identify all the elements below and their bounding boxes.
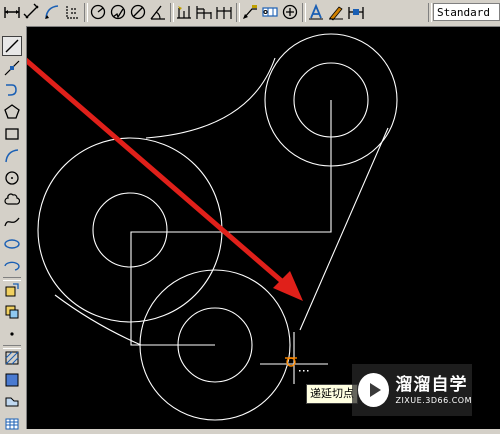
upper-tangent-arc [145, 57, 276, 139]
hatch-icon[interactable] [2, 348, 22, 368]
dim-arc-icon[interactable] [42, 2, 62, 22]
make-block-icon[interactable] [2, 302, 22, 322]
draw-toolbar [0, 26, 27, 430]
construction-line-icon[interactable] [2, 58, 22, 78]
insert-block-icon[interactable] [2, 280, 22, 300]
polyline-icon[interactable] [2, 80, 22, 100]
point-icon[interactable] [2, 324, 22, 344]
lower-left-fillet [54, 294, 142, 346]
quick-dim-icon[interactable] [174, 2, 194, 22]
left-outer-circle [37, 137, 223, 323]
right-tangent-line [299, 127, 389, 331]
left-inner-circle [92, 192, 168, 268]
dim-diameter-icon[interactable] [128, 2, 148, 22]
play-logo-icon [358, 373, 390, 407]
annotation-arrow-shaft [27, 57, 294, 292]
dim-update-icon[interactable] [346, 2, 366, 22]
watermark-url: ZIXUE.3D66.COM [395, 395, 472, 405]
dim-style-select[interactable]: Standard [433, 3, 500, 21]
arc-icon[interactable] [2, 146, 22, 166]
watermark: 溜溜自学 ZIXUE.3D66.COM [352, 364, 472, 416]
dim-jogged-icon[interactable] [108, 2, 128, 22]
center-mark-icon[interactable] [280, 2, 300, 22]
snap-tooltip: 递延切点 [306, 384, 358, 404]
tolerance-icon[interactable] [260, 2, 280, 22]
dim-baseline-icon[interactable] [194, 2, 214, 22]
dim-radius-icon[interactable] [88, 2, 108, 22]
ellipse-arc-icon[interactable] [2, 256, 22, 276]
watermark-name: 溜溜自学 [395, 374, 468, 395]
dim-edit-icon[interactable] [306, 2, 326, 22]
table-icon[interactable] [2, 414, 22, 434]
revision-cloud-icon[interactable] [2, 190, 22, 210]
gradient-icon[interactable] [2, 370, 22, 390]
ellipse-icon[interactable] [2, 234, 22, 254]
line-icon[interactable] [2, 36, 22, 56]
dim-aligned-icon[interactable] [22, 2, 42, 22]
dim-text-edit-icon[interactable] [326, 2, 346, 22]
circle-icon[interactable] [2, 168, 22, 188]
dim-ordinate-icon[interactable] [62, 2, 82, 22]
dim-linear-icon[interactable] [2, 2, 22, 22]
dim-angular-icon[interactable] [148, 2, 168, 22]
spline-icon[interactable] [2, 212, 22, 232]
dimension-toolbar: Standard [0, 0, 500, 27]
region-icon[interactable] [2, 392, 22, 412]
rectangle-icon[interactable] [2, 124, 22, 144]
polygon-icon[interactable] [2, 102, 22, 122]
dim-continue-icon[interactable] [214, 2, 234, 22]
quick-leader-icon[interactable] [240, 2, 260, 22]
